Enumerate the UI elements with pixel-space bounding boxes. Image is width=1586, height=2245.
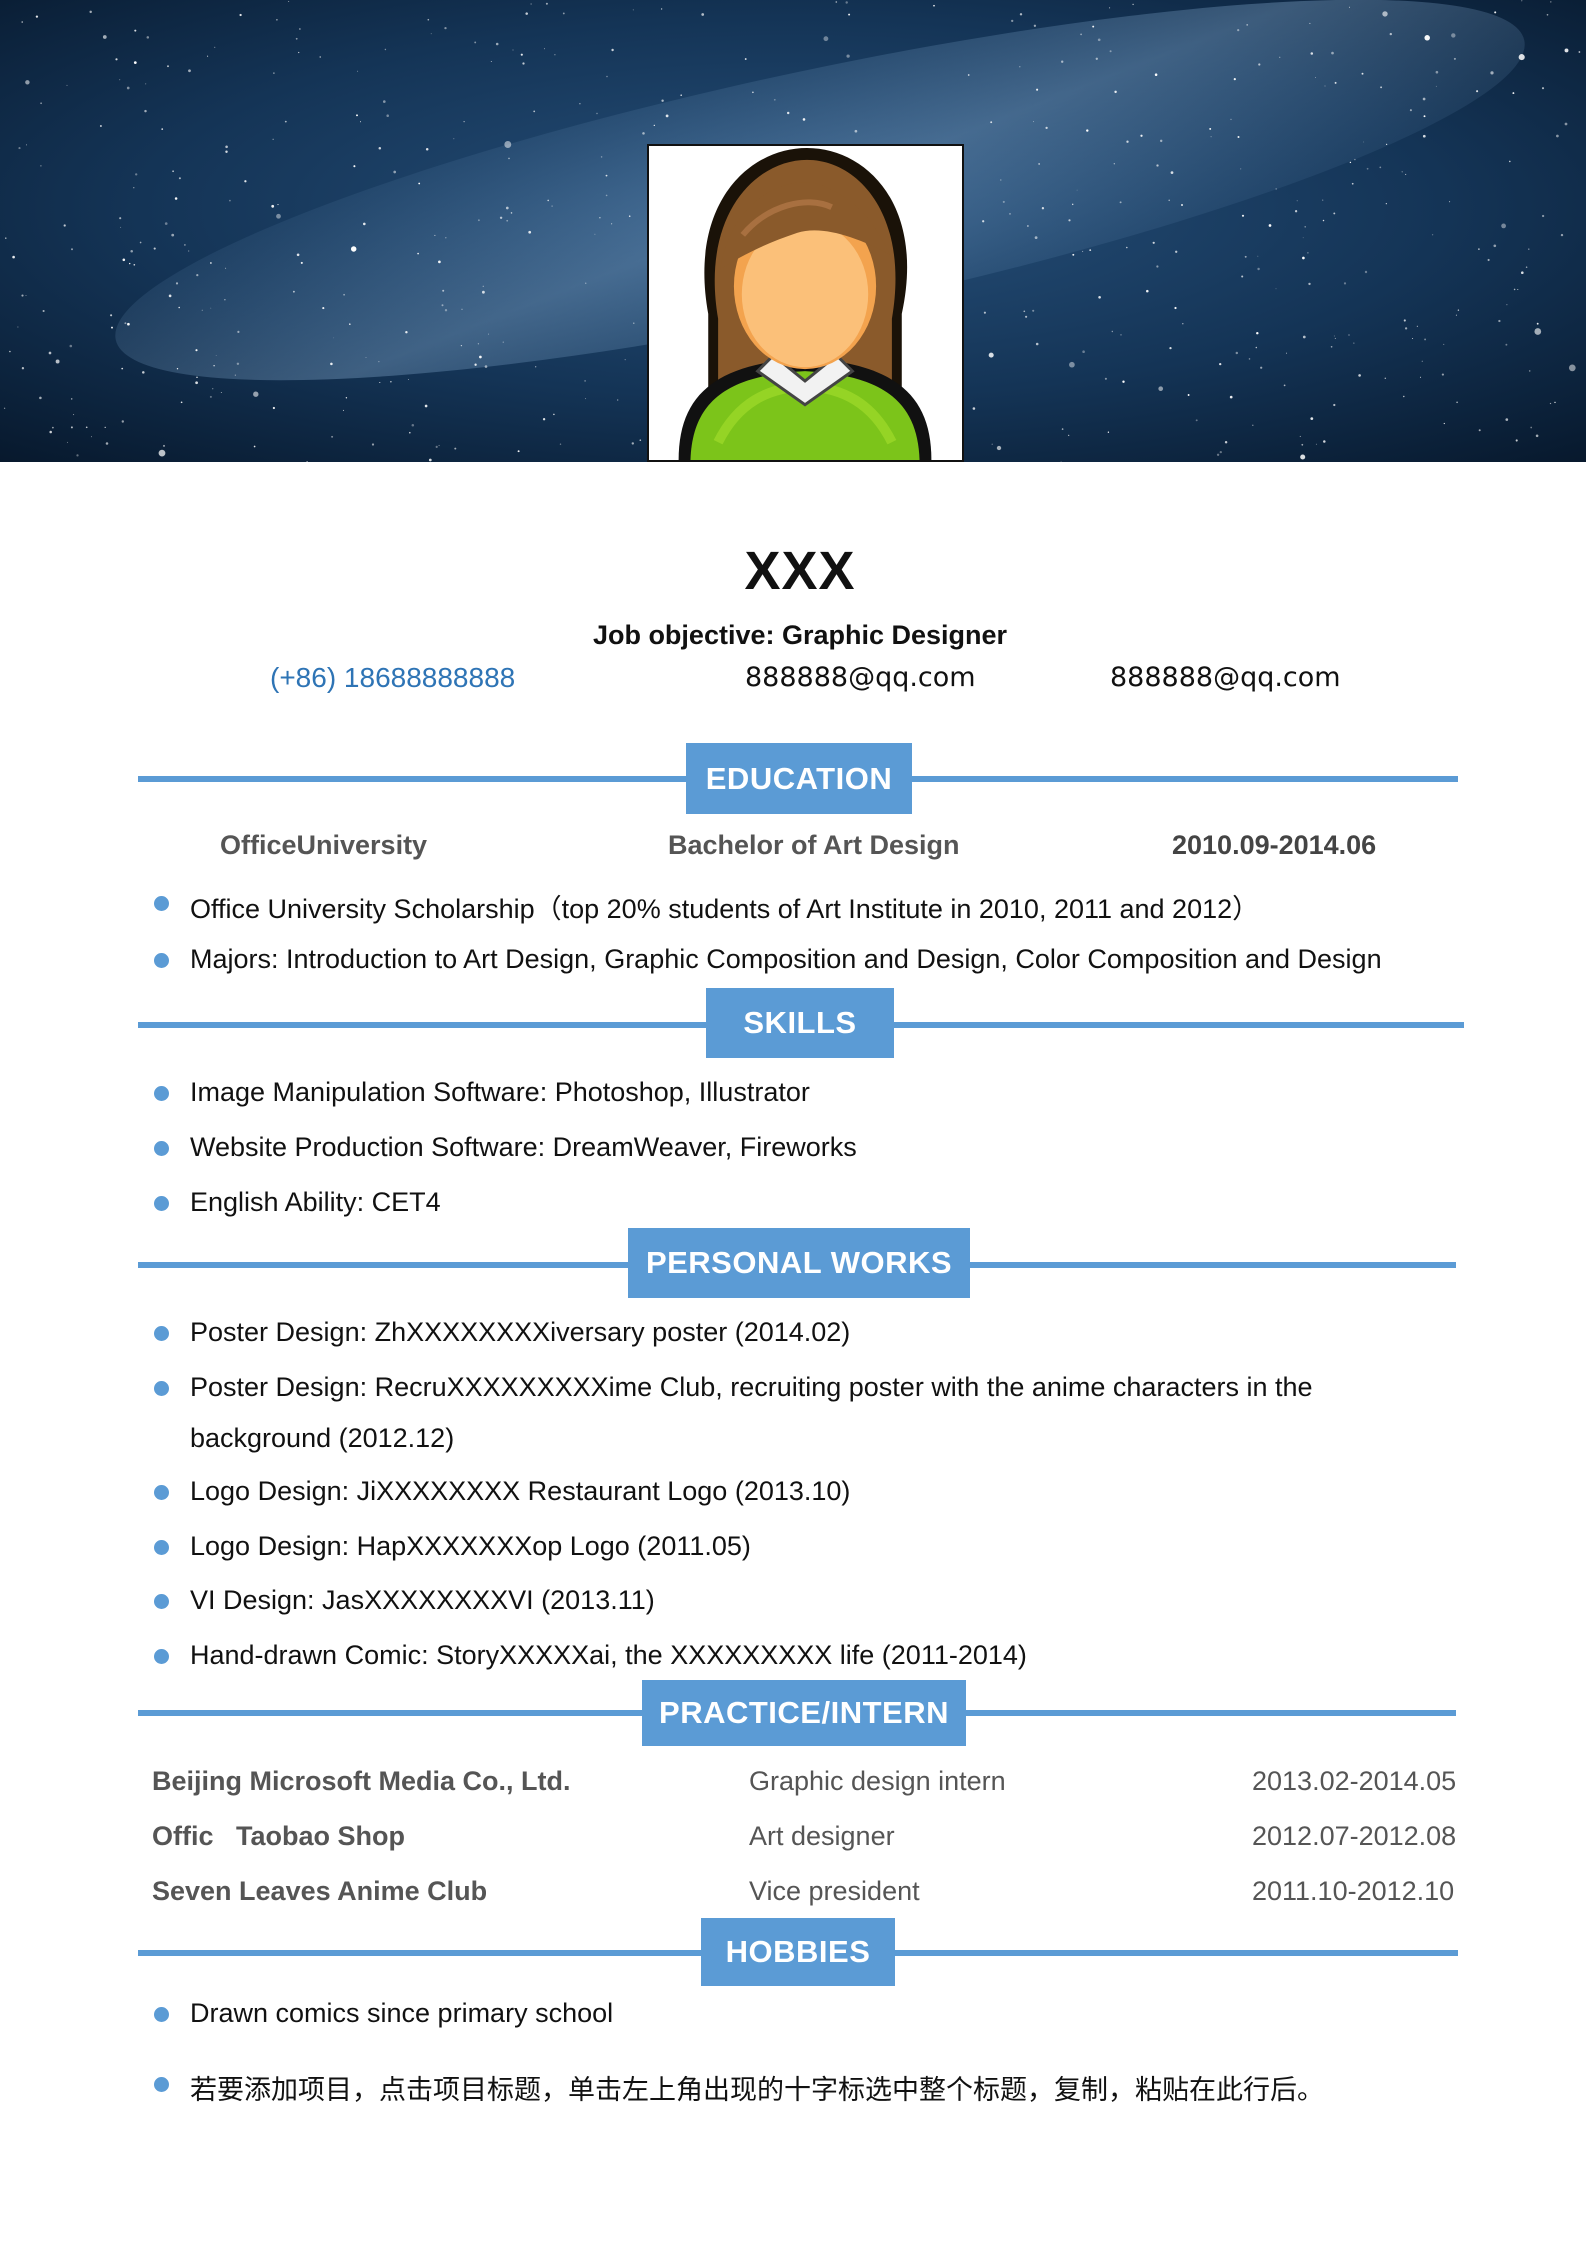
- company-name: Offic Taobao Shop: [152, 1821, 405, 1851]
- job-period: 2011.10-2012.10: [1252, 1876, 1455, 1906]
- job-role: Vice president: [749, 1876, 920, 1906]
- list-item: Drawn comics since primary school: [190, 1998, 614, 2028]
- bullet-icon: [154, 1649, 169, 1664]
- bullet-icon: [154, 1141, 169, 1156]
- bullet-icon: [154, 1381, 169, 1396]
- bullet-icon: [154, 953, 169, 968]
- bullet-icon: [154, 1196, 169, 1211]
- bullet-icon: [154, 2007, 169, 2022]
- list-item: Image Manipulation Software: Photoshop, …: [190, 1077, 810, 1107]
- list-item: Poster Design: RecruXXXXXXXXXime Club, r…: [190, 1372, 1313, 1402]
- job-objective: Job objective: Graphic Designer: [592, 620, 1008, 650]
- job-role: Graphic design intern: [749, 1766, 1006, 1796]
- list-item: Logo Design: JiXXXXXXXX Restaurant Logo …: [190, 1476, 851, 1506]
- list-item-continuation: background (2012.12): [190, 1423, 455, 1453]
- job-period: 2013.02-2014.05: [1252, 1766, 1457, 1796]
- list-item: Poster Design: ZhXXXXXXXXiversary poster…: [190, 1317, 851, 1347]
- candidate-name: XXX: [744, 541, 856, 601]
- company-name: Beijing Microsoft Media Co., Ltd.: [152, 1766, 571, 1796]
- bullet-icon: [154, 1485, 169, 1500]
- education-period: 2010.09-2014.06: [1172, 830, 1377, 860]
- list-item: English Ability: CET4: [190, 1187, 441, 1217]
- email-address-secondary[interactable]: 888888@qq.com: [1110, 662, 1341, 693]
- list-item: VI Design: JasXXXXXXXXVI (2013.11): [190, 1585, 655, 1615]
- bullet-icon: [154, 1086, 169, 1101]
- list-item: Office University Scholarship（top 20% st…: [190, 894, 1260, 924]
- list-item: Hand-drawn Comic: StoryXXXXXai, the XXXX…: [190, 1640, 1027, 1670]
- degree: Bachelor of Art Design: [668, 830, 960, 860]
- profile-photo: [647, 144, 964, 462]
- school-name: OfficeUniversity: [220, 830, 428, 860]
- section-title-skills: SKILLS: [706, 988, 894, 1058]
- list-item: 若要添加项目，点击项目标题，单击左上角出现的十字标选中整个标题，复制，粘贴在此行…: [190, 2075, 1324, 2106]
- section-title-hobbies: HOBBIES: [701, 1918, 895, 1986]
- email-address[interactable]: 888888@qq.com: [745, 662, 976, 693]
- list-item: Majors: Introduction to Art Design, Grap…: [190, 944, 1382, 974]
- bullet-icon: [154, 896, 169, 911]
- bullet-icon: [154, 1594, 169, 1609]
- bullet-icon: [154, 1326, 169, 1341]
- phone-number[interactable]: (+86) 18688888888: [270, 662, 515, 694]
- bullet-icon: [154, 1540, 169, 1555]
- list-item: Logo Design: HapXXXXXXXop Logo (2011.05): [190, 1531, 751, 1561]
- company-name: Seven Leaves Anime Club: [152, 1876, 488, 1906]
- section-title-education: EDUCATION: [686, 743, 912, 814]
- job-period: 2012.07-2012.08: [1252, 1821, 1457, 1851]
- bullet-icon: [154, 2077, 169, 2092]
- section-title-practice-intern: PRACTICE/INTERN: [642, 1680, 966, 1746]
- job-role: Art designer: [749, 1821, 895, 1851]
- section-title-personal-works: PERSONAL WORKS: [628, 1228, 970, 1298]
- list-item: Website Production Software: DreamWeaver…: [190, 1132, 857, 1162]
